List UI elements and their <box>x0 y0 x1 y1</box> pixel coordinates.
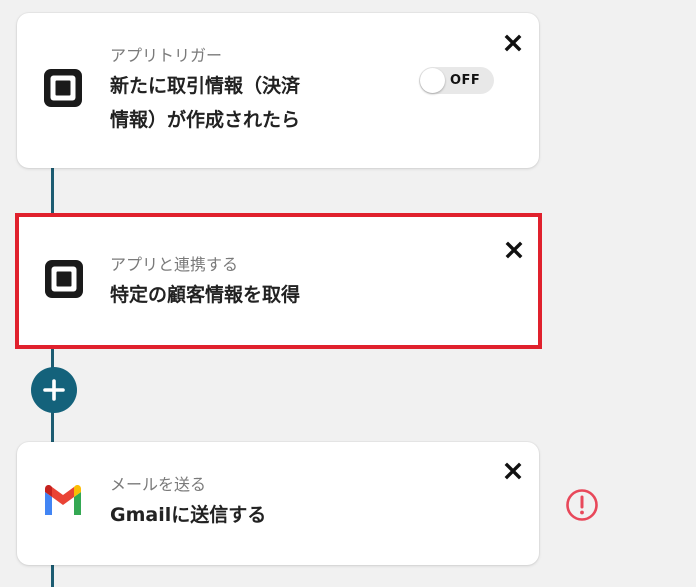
trigger-toggle-switch[interactable]: OFF <box>419 67 494 94</box>
exclamation-circle-icon[interactable] <box>565 488 599 522</box>
step-title: 新たに取引情報（決済 情報）が作成されたら <box>110 71 300 135</box>
flow-connector-line <box>51 165 54 217</box>
square-pos-icon <box>44 69 82 107</box>
close-icon[interactable] <box>504 240 524 260</box>
close-icon[interactable] <box>503 33 523 53</box>
step-title: Gmailに送信する <box>110 504 267 526</box>
step-title-line: 新たに取引情報（決済 <box>110 75 301 97</box>
trigger-step-card[interactable]: アプリトリガー 新たに取引情報（決済 情報）が作成されたら OFF <box>17 13 539 168</box>
plus-icon <box>43 379 65 401</box>
square-pos-icon <box>45 260 83 298</box>
flow-connector-line <box>51 563 54 587</box>
add-step-button[interactable] <box>31 367 77 413</box>
gmail-icon <box>45 485 81 515</box>
step-title: 特定の顧客情報を取得 <box>110 284 301 306</box>
close-icon[interactable] <box>503 461 523 481</box>
toggle-knob <box>420 68 445 93</box>
step-type-label: アプリトリガー <box>110 46 223 65</box>
step-type-label: メールを送る <box>110 475 207 494</box>
step-type-label: アプリと連携する <box>110 255 239 274</box>
gmail-step-card[interactable]: メールを送る Gmailに送信する <box>17 442 539 565</box>
action-step-card-selected[interactable]: アプリと連携する 特定の顧客情報を取得 <box>15 213 542 349</box>
toggle-state-label: OFF <box>450 73 481 88</box>
step-title-line: 情報）が作成されたら <box>110 109 301 131</box>
